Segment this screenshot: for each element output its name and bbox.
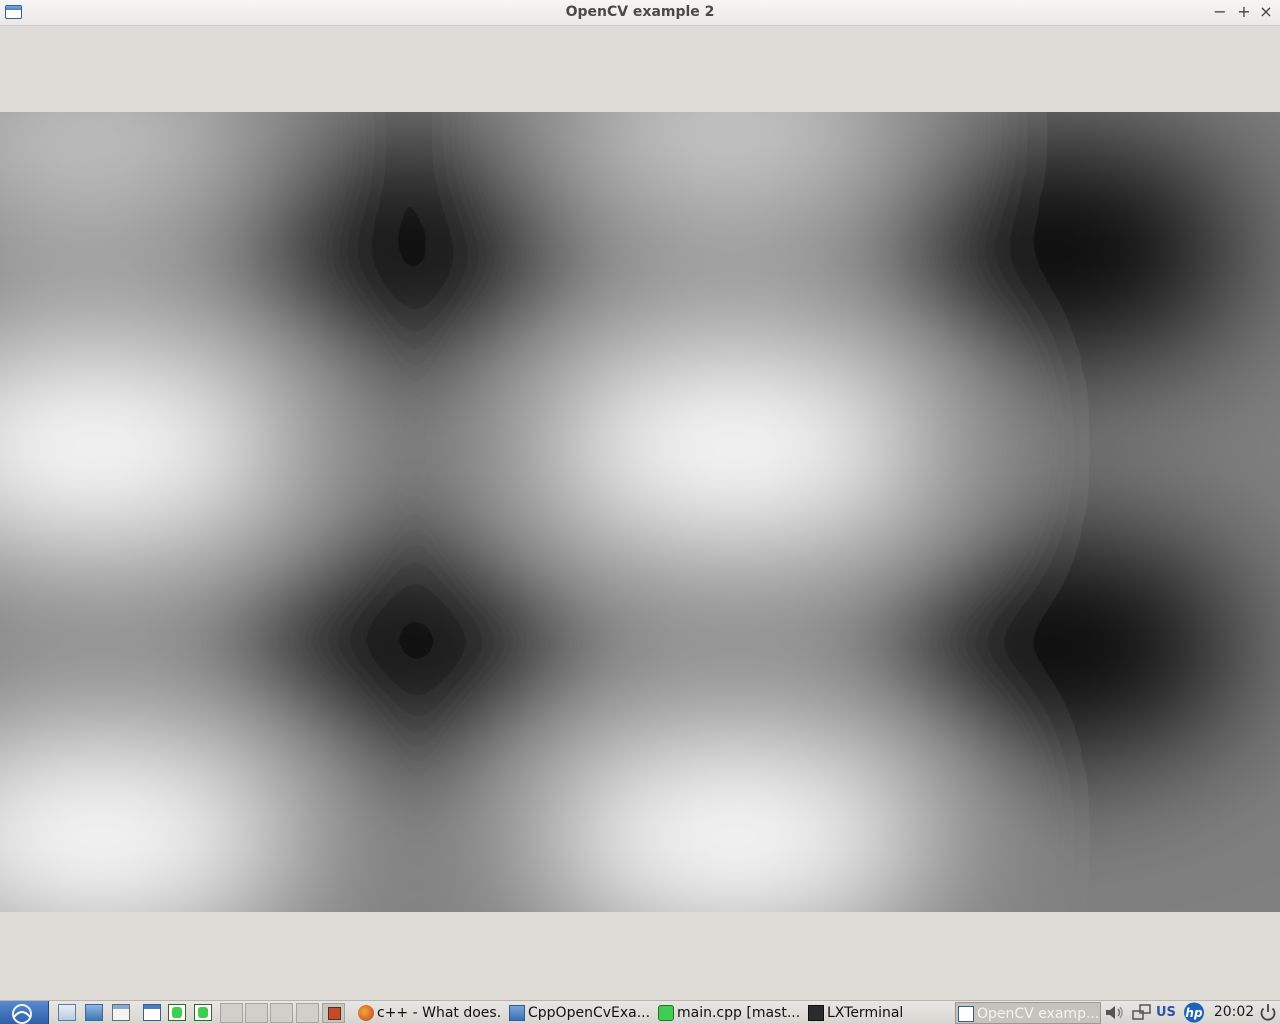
- task-label: CppOpenCvExa...: [528, 1005, 651, 1021]
- minimize-button[interactable]: −: [1209, 1, 1231, 23]
- svg-text:hp: hp: [1185, 1006, 1203, 1020]
- window-status-area: [0, 912, 1280, 1000]
- qt-creator-icon[interactable]: [168, 1004, 186, 1021]
- keyboard-layout-indicator[interactable]: US: [1156, 1001, 1178, 1024]
- task-label: c++ - What does...: [377, 1005, 502, 1021]
- task-button-terminal[interactable]: LXTerminal: [806, 1002, 951, 1024]
- desktop-pager-4[interactable]: [296, 1003, 319, 1023]
- desktop-pager-5[interactable]: [322, 1003, 345, 1023]
- network-icon[interactable]: [85, 1004, 103, 1021]
- hp-icon[interactable]: hp: [1181, 1001, 1207, 1024]
- task-button-folder[interactable]: CppOpenCvExa...: [507, 1002, 651, 1024]
- close-button[interactable]: ×: [1255, 1, 1277, 23]
- show-desktop-icon[interactable]: [143, 1004, 161, 1021]
- taskbar: c++ - What does... CppOpenCvExa... main.…: [0, 1000, 1280, 1024]
- window-title: OpenCV example 2: [565, 4, 715, 20]
- window-toolbar-area: [0, 26, 1280, 112]
- window-icon[interactable]: [112, 1004, 130, 1021]
- file-manager-icon[interactable]: [58, 1004, 76, 1021]
- desktop-pager-2[interactable]: [245, 1003, 268, 1023]
- network-icon[interactable]: [1130, 1001, 1154, 1024]
- maximize-button[interactable]: +: [1233, 1, 1255, 23]
- sinusoidal-pattern-image: [0, 112, 1280, 912]
- task-button-opencv-active[interactable]: OpenCV examp...: [955, 1002, 1101, 1024]
- folder-icon: [509, 1005, 525, 1021]
- start-menu-icon: [12, 1004, 32, 1024]
- clock[interactable]: 20:02: [1213, 1001, 1255, 1024]
- desktop-pager-3[interactable]: [270, 1003, 293, 1023]
- task-button-browser[interactable]: c++ - What does...: [356, 1002, 502, 1024]
- terminal-icon: [808, 1005, 824, 1021]
- task-button-qtcreator[interactable]: main.cpp [mast...: [656, 1002, 802, 1024]
- firefox-icon: [358, 1005, 374, 1021]
- qt-creator-icon[interactable]: [194, 1004, 212, 1021]
- task-label: OpenCV examp...: [977, 1006, 1100, 1022]
- window-icon: [958, 1006, 974, 1022]
- qt-creator-icon: [658, 1005, 674, 1021]
- opencv-image-display: [0, 112, 1280, 912]
- task-label: LXTerminal: [827, 1005, 904, 1021]
- window-titlebar[interactable]: OpenCV example 2 − + ×: [0, 0, 1280, 26]
- volume-icon[interactable]: [1103, 1001, 1127, 1024]
- start-menu-button[interactable]: [0, 1001, 49, 1024]
- desktop-pager-1[interactable]: [220, 1003, 243, 1023]
- power-icon[interactable]: [1257, 1001, 1279, 1024]
- task-label: main.cpp [mast...: [677, 1005, 801, 1021]
